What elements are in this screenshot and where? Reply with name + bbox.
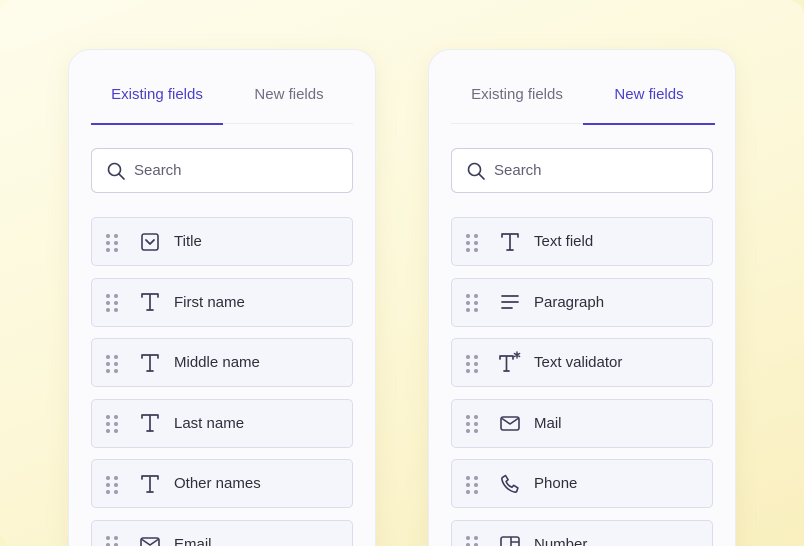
field-label: Text field [534, 233, 594, 250]
field-label: Email [174, 535, 212, 546]
field-item-last-name[interactable]: Last name [91, 398, 353, 448]
drag-handle-icon[interactable] [106, 354, 118, 373]
field-label: Middle name [174, 354, 260, 371]
field-item-mail[interactable]: Mail [451, 398, 713, 448]
field-label: Phone [534, 475, 578, 492]
drag-handle-icon[interactable] [466, 536, 478, 546]
field-item-first-name[interactable]: First name [91, 277, 353, 327]
tab-existing-fields[interactable]: Existing fields [451, 50, 583, 124]
drag-handle-icon[interactable] [466, 294, 478, 312]
field-list: Title First name Middle name Last name O… [91, 217, 353, 546]
phone-icon [498, 472, 522, 496]
drag-handle-icon[interactable] [106, 415, 118, 433]
field-item-phone[interactable]: Phone [451, 459, 713, 508]
field-label: Text validator [534, 354, 623, 371]
tab-bar: Existing fields New fields [91, 50, 355, 125]
text-icon [138, 472, 162, 496]
search-icon [107, 162, 125, 180]
field-label: Mail [534, 414, 562, 432]
new-fields-panel: Existing fields New fields Text field [428, 49, 736, 546]
field-item-paragraph[interactable]: Paragraph [451, 277, 713, 327]
field-item-title[interactable]: Title [91, 217, 353, 266]
drag-handle-icon[interactable] [466, 415, 478, 433]
drag-handle-icon[interactable] [106, 475, 118, 494]
text-validator-icon [498, 350, 522, 375]
field-item-email[interactable]: Email [91, 519, 353, 546]
field-label: Other names [174, 475, 261, 492]
existing-fields-panel: Existing fields New fields Title [68, 49, 376, 546]
search-icon [467, 162, 485, 180]
drag-handle-icon[interactable] [106, 233, 118, 252]
tab-new-fields[interactable]: New fields [223, 50, 355, 124]
search-input[interactable] [134, 162, 334, 179]
text-icon [138, 411, 162, 435]
field-item-number[interactable]: Number [451, 519, 713, 546]
field-item-text-validator[interactable]: Text validator [451, 338, 713, 387]
text-icon [138, 290, 162, 314]
search-input[interactable] [494, 162, 694, 179]
field-label: Paragraph [534, 293, 605, 311]
drag-handle-icon[interactable] [106, 294, 118, 312]
field-label: Number [534, 535, 588, 546]
tab-new-fields[interactable]: New fields [583, 50, 715, 125]
search-box[interactable] [451, 148, 713, 193]
tab-existing-fields[interactable]: Existing fields [91, 50, 223, 125]
field-label: Title [174, 233, 202, 250]
dropdown-icon [138, 230, 162, 254]
field-item-text-field[interactable]: Text field [451, 217, 713, 266]
search-box[interactable] [91, 148, 353, 193]
field-item-middle-name[interactable]: Middle name [91, 338, 353, 387]
field-label: Last name [174, 414, 245, 432]
drag-handle-icon[interactable] [106, 536, 118, 546]
paragraph-icon [498, 290, 522, 314]
field-item-other-names[interactable]: Other names [91, 459, 353, 508]
drag-handle-icon[interactable] [466, 475, 478, 494]
field-label: First name [174, 293, 245, 311]
mail-icon [138, 532, 162, 546]
tab-bar: Existing fields New fields [451, 50, 715, 125]
drag-handle-icon[interactable] [466, 233, 478, 252]
background: Existing fields New fields Title [0, 0, 804, 546]
text-icon [138, 351, 162, 375]
drag-handle-icon[interactable] [466, 354, 478, 373]
number-icon [498, 532, 522, 546]
text-icon [498, 230, 522, 254]
mail-icon [498, 411, 522, 435]
field-list: Text field Paragraph Text validator Mail… [451, 217, 713, 546]
